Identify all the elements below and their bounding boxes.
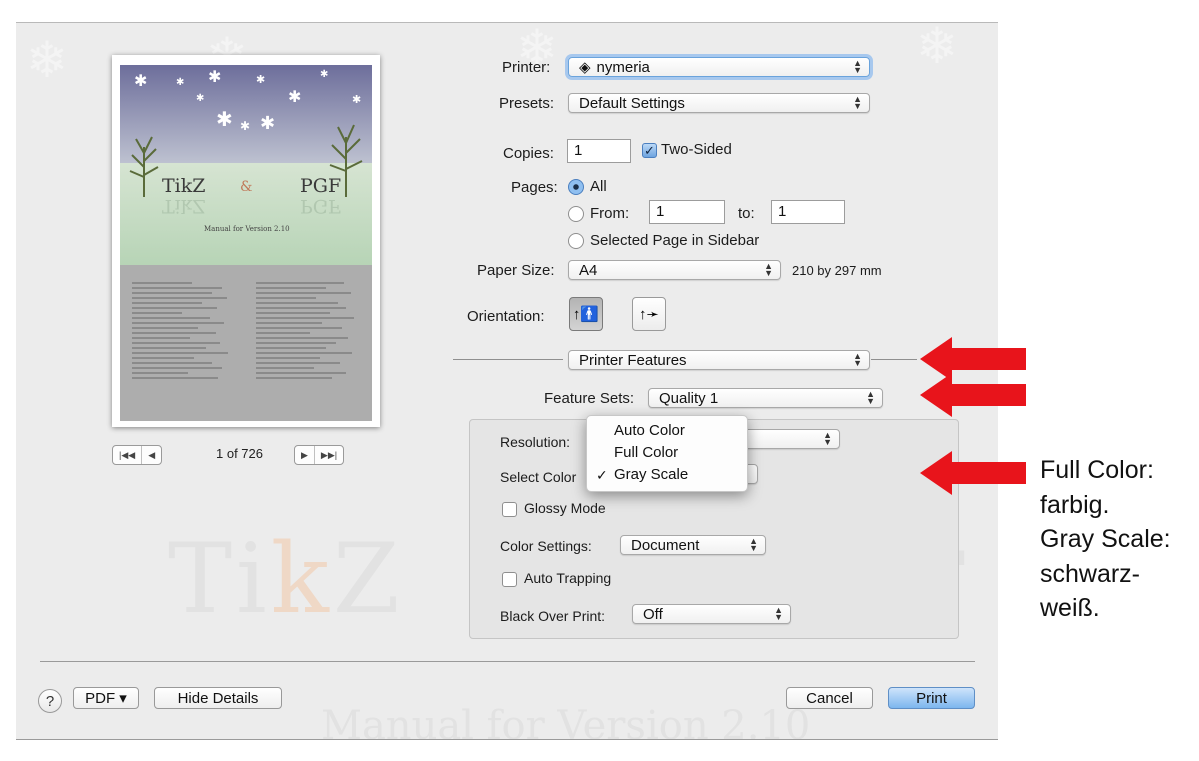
resolution-label: Resolution: bbox=[500, 434, 571, 450]
paper-dimensions: 210 by 297 mm bbox=[792, 263, 882, 278]
presets-value: Default Settings bbox=[579, 94, 685, 112]
printer-diamond-icon: ◈ bbox=[579, 59, 591, 76]
orientation-label: Orientation: bbox=[467, 308, 545, 325]
feature-sets-label: Feature Sets: bbox=[544, 390, 635, 407]
cover-image: ✱ ✱ ✱ ✱ ✱ ✱ ✱ ✱ ✱ ✱ ✱ TikZ PGF & TikZ PG… bbox=[120, 65, 372, 421]
section-popup[interactable]: Printer Features ▲ ▼ bbox=[568, 350, 870, 370]
separator-line bbox=[453, 359, 563, 360]
glossy-mode-checkbox[interactable] bbox=[502, 502, 517, 517]
pages-selected-label: Selected Page in Sidebar bbox=[590, 232, 760, 249]
section-value: Printer Features bbox=[579, 351, 687, 369]
presets-label: Presets: bbox=[499, 95, 555, 112]
black-over-print-popup[interactable]: Off ▲ ▼ bbox=[632, 604, 791, 624]
popup-arrows-icon: ▲ ▼ bbox=[853, 58, 862, 75]
color-mode-menu: Auto Color Full Color ✓ Gray Scale bbox=[586, 415, 748, 492]
pages-from-radio[interactable] bbox=[568, 206, 584, 222]
code-text bbox=[256, 279, 356, 382]
copies-field[interactable]: 1 bbox=[567, 139, 631, 163]
select-color-label: Select Color bbox=[500, 469, 577, 485]
pager-back: |◀◀ ◀ bbox=[112, 445, 163, 465]
cover-subtitle: Manual for Version 2.10 bbox=[204, 225, 290, 233]
pager-forward: ▶ ▶▶| bbox=[294, 445, 345, 465]
popup-arrows-icon: ▲ ▼ bbox=[764, 261, 773, 278]
popup-arrows-icon: ▲ ▼ bbox=[853, 351, 862, 368]
page-count: 1 of 726 bbox=[216, 446, 263, 461]
menu-item-auto-color[interactable]: Auto Color bbox=[587, 420, 747, 442]
cover-title-pgf: PGF bbox=[300, 175, 342, 197]
color-settings-popup[interactable]: Document ▲ ▼ bbox=[620, 535, 766, 555]
presets-popup[interactable]: Default Settings ▲ ▼ bbox=[568, 93, 870, 113]
paper-size-value: A4 bbox=[579, 261, 598, 279]
auto-trapping-checkbox[interactable] bbox=[502, 572, 517, 587]
printer-value: nymeria bbox=[596, 58, 650, 76]
pages-from-label: From: bbox=[590, 205, 630, 222]
printer-popup[interactable]: ◈ nymeria ▲ ▼ bbox=[568, 57, 870, 77]
popup-arrows-icon: ▲ ▼ bbox=[866, 389, 875, 406]
checkmark-icon: ✓ bbox=[596, 467, 608, 483]
auto-trapping-label: Auto Trapping bbox=[524, 570, 612, 586]
print-button[interactable]: Print bbox=[888, 687, 975, 709]
pages-label: Pages: bbox=[511, 179, 558, 196]
feature-sets-popup[interactable]: Quality 1 ▲ ▼ bbox=[648, 388, 883, 408]
annotation-arrow-icon bbox=[920, 451, 1026, 495]
code-text bbox=[132, 279, 232, 382]
resolution-popup[interactable]: ▲ ▼ bbox=[738, 429, 840, 449]
landscape-person-icon: ↑➛ bbox=[638, 306, 660, 323]
hide-details-button[interactable]: Hide Details bbox=[154, 687, 282, 709]
watermark-manual: Manual for Version 2.10 bbox=[321, 703, 811, 740]
portrait-person-icon: ↑🚹 bbox=[572, 306, 600, 323]
color-settings-value: Document bbox=[631, 536, 700, 554]
pages-selected-radio[interactable] bbox=[568, 233, 584, 249]
black-over-print-value: Off bbox=[643, 605, 663, 623]
popup-arrows-icon: ▲ ▼ bbox=[853, 94, 862, 111]
pages-all-label: All bbox=[590, 178, 607, 195]
two-sided-label: Two-Sided bbox=[661, 141, 732, 158]
paper-size-label: Paper Size: bbox=[477, 262, 555, 279]
tree-icon bbox=[129, 136, 159, 197]
printer-label: Printer: bbox=[502, 59, 551, 76]
glossy-mode-label: Glossy Mode bbox=[524, 500, 606, 516]
black-over-print-label: Black Over Print: bbox=[500, 608, 606, 624]
color-settings-label: Color Settings: bbox=[500, 538, 592, 554]
feature-sets-value: Quality 1 bbox=[659, 389, 719, 407]
annotation-note: Full Color: farbig. Gray Scale: schwarz-… bbox=[1040, 456, 1171, 622]
footer-separator bbox=[40, 661, 975, 662]
cancel-button[interactable]: Cancel bbox=[786, 687, 873, 709]
copies-label: Copies: bbox=[503, 145, 554, 162]
previous-page-button[interactable]: ◀ bbox=[141, 446, 161, 464]
pages-from-field[interactable]: 1 bbox=[649, 200, 725, 224]
page-preview[interactable]: ✱ ✱ ✱ ✱ ✱ ✱ ✱ ✱ ✱ ✱ ✱ TikZ PGF & TikZ PG… bbox=[112, 55, 380, 427]
separator-line bbox=[871, 359, 917, 360]
first-page-button[interactable]: |◀◀ bbox=[113, 446, 141, 464]
paper-size-popup[interactable]: A4 ▲ ▼ bbox=[568, 260, 781, 280]
menu-item-full-color[interactable]: Full Color bbox=[587, 442, 747, 464]
popup-arrows-icon: ▲ ▼ bbox=[823, 430, 832, 447]
two-sided-checkbox[interactable]: ✓ bbox=[642, 143, 657, 158]
next-page-button[interactable]: ▶ bbox=[295, 446, 314, 464]
help-button[interactable]: ? bbox=[38, 689, 62, 713]
pages-all-radio[interactable] bbox=[568, 179, 584, 195]
snowflake-decoration: ❄ bbox=[26, 32, 68, 88]
popup-arrows-icon: ▲ ▼ bbox=[774, 605, 783, 622]
annotation-arrow-icon bbox=[920, 373, 1026, 417]
landscape-orientation-button[interactable]: ↑➛ bbox=[632, 297, 666, 331]
print-dialog: TikZ PGF Manual for Version 2.10 ❄ ❄ ❄ ❄… bbox=[16, 22, 998, 740]
pages-to-field[interactable]: 1 bbox=[771, 200, 845, 224]
pdf-menu-button[interactable]: PDF ▾ bbox=[73, 687, 139, 709]
last-page-button[interactable]: ▶▶| bbox=[313, 446, 343, 464]
popup-arrows-icon: ▲ ▼ bbox=[749, 536, 758, 553]
portrait-orientation-button[interactable]: ↑🚹 bbox=[569, 297, 603, 331]
pages-to-label: to: bbox=[738, 205, 755, 222]
cover-title-tikz: TikZ bbox=[162, 175, 206, 197]
menu-item-gray-scale[interactable]: ✓ Gray Scale bbox=[587, 464, 747, 486]
snowflake-decoration: ❄ bbox=[916, 22, 958, 74]
watermark-tikz: TikZ bbox=[168, 523, 404, 635]
